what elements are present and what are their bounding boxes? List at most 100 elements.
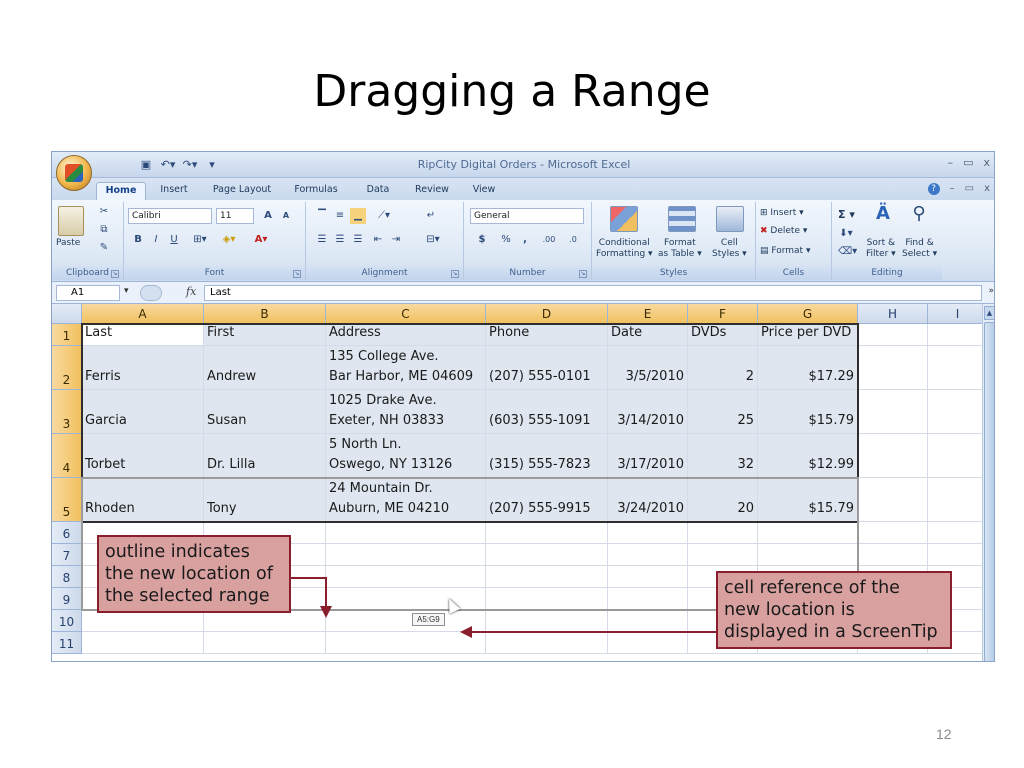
column-header-c[interactable]: C xyxy=(326,304,486,324)
grid-cell[interactable] xyxy=(326,566,486,588)
conditional-formatting-icon[interactable] xyxy=(610,206,638,232)
align-bottom-icon[interactable]: ▁ xyxy=(350,208,366,224)
dvds-cell[interactable]: 20 xyxy=(688,478,758,522)
delete-cells-button[interactable]: ✖ Delete ▾ xyxy=(760,226,807,236)
office-button[interactable] xyxy=(56,155,92,191)
address-cell[interactable]: 135 College Ave. Bar Harbor, ME 04609 xyxy=(326,346,486,390)
name-box-dropdown-icon[interactable]: ▾ xyxy=(124,286,129,296)
last-name-cell[interactable]: Garcia xyxy=(82,390,204,434)
price-cell[interactable]: $12.99 xyxy=(758,434,858,478)
align-right-icon[interactable]: ☰ xyxy=(350,232,366,248)
grid-cell[interactable] xyxy=(758,522,858,544)
grid-cell[interactable] xyxy=(326,610,486,632)
cell-styles-button[interactable]: Cell Styles ▾ xyxy=(712,238,747,260)
grid-cell[interactable] xyxy=(82,610,204,632)
expand-formula-bar-icon[interactable]: » xyxy=(988,286,994,296)
format-cells-button[interactable]: ▤ Format ▾ xyxy=(760,246,810,256)
bold-button[interactable]: B xyxy=(130,232,146,248)
grid-cell[interactable] xyxy=(858,390,928,434)
date-cell[interactable]: 3/14/2010 xyxy=(608,390,688,434)
minimize-button[interactable]: – xyxy=(948,156,954,169)
wrap-text-icon[interactable]: ↵ xyxy=(422,208,440,224)
grid-cell[interactable] xyxy=(688,522,758,544)
grid-cell[interactable] xyxy=(858,544,928,566)
header-cell[interactable]: Price per DVD xyxy=(758,324,858,346)
header-cell[interactable]: Phone xyxy=(486,324,608,346)
shrink-font-button[interactable]: A xyxy=(278,208,294,224)
date-cell[interactable]: 3/5/2010 xyxy=(608,346,688,390)
grid-cell[interactable] xyxy=(688,544,758,566)
grid-cell[interactable] xyxy=(486,610,608,632)
grid-cell[interactable] xyxy=(858,478,928,522)
column-header-b[interactable]: B xyxy=(204,304,326,324)
tab-page-layout[interactable]: Page Layout xyxy=(206,182,278,200)
first-name-cell[interactable]: Andrew xyxy=(204,346,326,390)
column-header-a[interactable]: A xyxy=(82,304,204,324)
last-name-cell[interactable]: Rhoden xyxy=(82,478,204,522)
cell-styles-icon[interactable] xyxy=(716,206,744,232)
column-header-e[interactable]: E xyxy=(608,304,688,324)
row-header-7[interactable]: 7 xyxy=(52,544,82,566)
grid-cell[interactable] xyxy=(608,632,688,654)
paste-icon[interactable] xyxy=(58,206,84,236)
date-cell[interactable]: 3/24/2010 xyxy=(608,478,688,522)
grid-cell[interactable] xyxy=(608,588,688,610)
align-left-icon[interactable]: ☰ xyxy=(314,232,330,248)
grid-cell[interactable] xyxy=(608,522,688,544)
font-name-select[interactable]: Calibri xyxy=(128,208,212,224)
grid-cell[interactable] xyxy=(326,632,486,654)
font-launcher-icon[interactable]: ↘ xyxy=(293,270,301,278)
number-format-select[interactable]: General xyxy=(470,208,584,224)
grid-cell[interactable] xyxy=(858,434,928,478)
find-select-icon[interactable]: ⚲ xyxy=(906,205,932,223)
format-as-table-button[interactable]: Format as Table ▾ xyxy=(658,238,702,260)
underline-button[interactable]: U xyxy=(166,232,182,248)
restore-button[interactable]: ▭ xyxy=(963,156,973,169)
grid-cell[interactable] xyxy=(82,632,204,654)
row-header-3[interactable]: 3 xyxy=(52,390,82,434)
formula-input[interactable]: Last xyxy=(204,285,982,301)
currency-button[interactable]: $ xyxy=(472,232,492,248)
scrollbar-thumb[interactable] xyxy=(984,322,994,661)
grid-cell[interactable] xyxy=(928,522,988,544)
address-cell[interactable]: 24 Mountain Dr. Auburn, ME 04210 xyxy=(326,478,486,522)
tab-insert[interactable]: Insert xyxy=(152,182,196,200)
decrease-indent-icon[interactable]: ⇤ xyxy=(370,232,386,248)
row-header-1[interactable]: 1 xyxy=(52,324,82,346)
grid-cell[interactable] xyxy=(204,610,326,632)
insert-function-icon[interactable]: fx xyxy=(186,285,196,298)
align-middle-icon[interactable]: ≡ xyxy=(332,208,348,224)
header-cell[interactable]: Date xyxy=(608,324,688,346)
format-as-table-icon[interactable] xyxy=(668,206,696,232)
alignment-launcher-icon[interactable]: ↘ xyxy=(451,270,459,278)
row-header-8[interactable]: 8 xyxy=(52,566,82,588)
grid-cell[interactable] xyxy=(204,632,326,654)
borders-icon[interactable]: ⊞▾ xyxy=(190,232,210,248)
ribbon-restore-button[interactable]: ▭ xyxy=(965,183,974,195)
address-cell[interactable]: 5 North Ln. Oswego, NY 13126 xyxy=(326,434,486,478)
grid-cell[interactable] xyxy=(928,434,988,478)
comma-button[interactable]: , xyxy=(518,232,532,248)
grid-cell[interactable] xyxy=(326,522,486,544)
name-box[interactable]: A1 xyxy=(56,285,120,301)
select-all-button[interactable] xyxy=(52,304,82,324)
header-cell[interactable]: Address xyxy=(326,324,486,346)
header-cell[interactable]: First xyxy=(204,324,326,346)
clipboard-launcher-icon[interactable]: ↘ xyxy=(111,270,119,278)
row-header-4[interactable]: 4 xyxy=(52,434,82,478)
font-color-icon[interactable]: A▾ xyxy=(248,232,274,248)
decrease-decimal-button[interactable]: .0 xyxy=(562,232,584,248)
grid-cell[interactable] xyxy=(928,478,988,522)
last-name-cell[interactable]: Ferris xyxy=(82,346,204,390)
first-name-cell[interactable]: Dr. Lilla xyxy=(204,434,326,478)
grid-cell[interactable] xyxy=(486,632,608,654)
first-name-cell[interactable]: Tony xyxy=(204,478,326,522)
column-header-i[interactable]: I xyxy=(928,304,988,324)
help-icon[interactable]: ? xyxy=(927,183,940,195)
column-header-g[interactable]: G xyxy=(758,304,858,324)
percent-button[interactable]: % xyxy=(498,232,514,248)
grid-cell[interactable] xyxy=(486,544,608,566)
grid-cell[interactable] xyxy=(608,610,688,632)
grid-cell[interactable] xyxy=(486,588,608,610)
autosum-button[interactable]: Σ ▾ xyxy=(838,208,855,221)
